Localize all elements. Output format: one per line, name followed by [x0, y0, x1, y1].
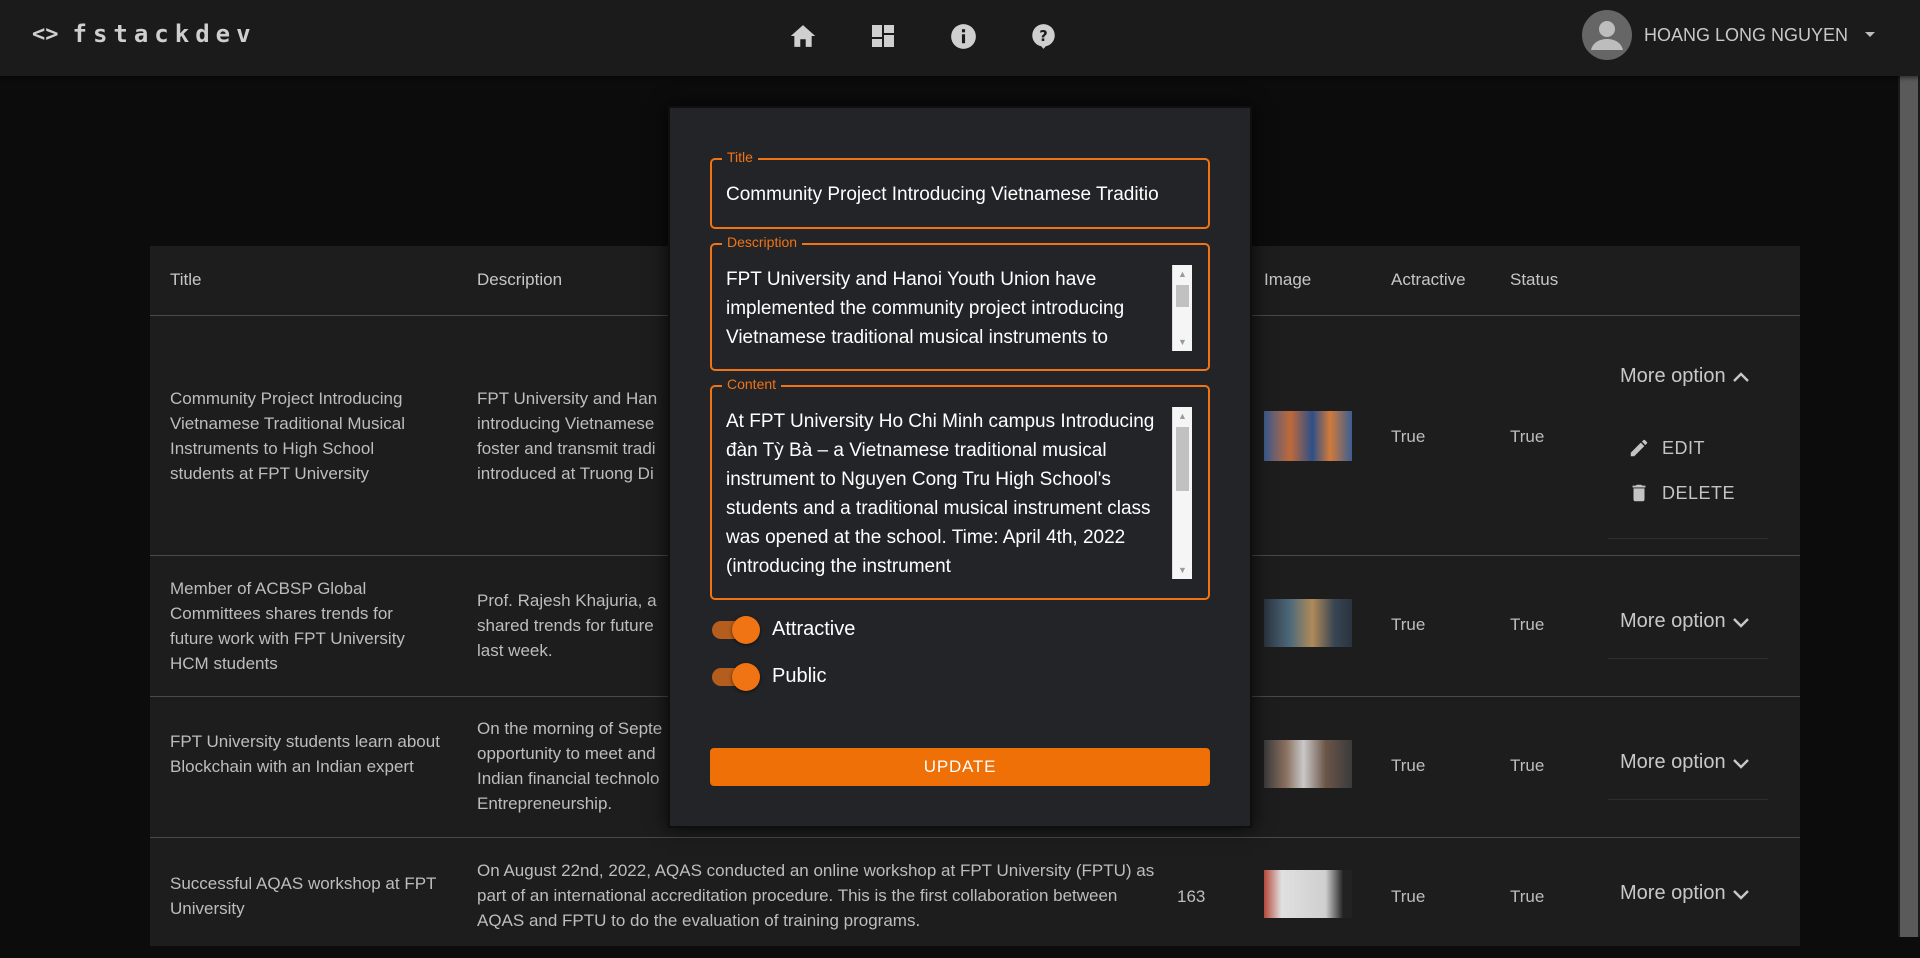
chevron-down-icon [1732, 758, 1749, 769]
more-option-button[interactable]: More option [1620, 882, 1750, 905]
row-attractive: True [1391, 756, 1426, 775]
row-views: 163 [1177, 887, 1206, 906]
more-option-label: More option [1620, 610, 1726, 632]
row-title: Community Project Introducing Vietnamese… [170, 389, 405, 483]
help-icon[interactable]: ? [1027, 20, 1059, 52]
description-textarea[interactable]: FPT University and Hanoi Youth Union hav… [726, 265, 1176, 352]
header-image: Image [1264, 270, 1312, 289]
public-switch-track[interactable] [712, 662, 760, 691]
header-attractive: Actractive [1391, 270, 1466, 289]
scroll-up-icon[interactable]: ▲ [1173, 407, 1192, 425]
brand-logo[interactable]: <> fstackdev [32, 20, 257, 48]
content-scrollbar[interactable]: ▲ ▼ [1172, 407, 1192, 579]
title-field-label: Title [722, 149, 758, 165]
header-description: Description [477, 270, 563, 289]
header-status: Status [1510, 270, 1559, 289]
page-scrollbar-thumb[interactable] [1900, 76, 1918, 937]
code-icon: <> [32, 21, 59, 47]
more-option-button[interactable]: More option [1620, 751, 1750, 774]
more-option-label: More option [1620, 365, 1726, 387]
menu-divider [1608, 799, 1768, 800]
scrollbar-thumb[interactable] [1176, 427, 1189, 491]
attractive-switch[interactable]: Attractive [712, 615, 856, 644]
title-field[interactable]: Title Community Project Introducing Viet… [710, 149, 1210, 229]
row-title: Member of ACBSP Global Committees shares… [170, 579, 405, 673]
row-attractive: True [1391, 427, 1426, 446]
scroll-down-icon[interactable]: ▼ [1173, 561, 1192, 579]
row-image [1264, 599, 1352, 647]
content-field-label: Content [722, 376, 782, 392]
menu-divider [1608, 538, 1768, 539]
info-icon[interactable] [947, 20, 979, 52]
public-label: Public [772, 665, 827, 687]
content-textarea[interactable]: At FPT University Ho Chi Minh campus Int… [726, 407, 1176, 581]
scroll-down-icon[interactable]: ▼ [1173, 333, 1192, 351]
pencil-icon [1630, 439, 1648, 457]
edit-button[interactable]: EDIT [1628, 437, 1705, 459]
row-description: On August 22nd, 2022, AQAS conducted an … [477, 861, 1155, 930]
top-nav: ? [787, 20, 1059, 52]
more-option-button[interactable]: More option [1620, 365, 1750, 388]
description-scrollbar[interactable]: ▲ ▼ [1172, 265, 1192, 351]
delete-button[interactable]: DELETE [1628, 482, 1735, 504]
row-description: On the morning of Septe opportunity to m… [477, 719, 663, 813]
row-attractive: True [1391, 615, 1426, 634]
attractive-switch-knob[interactable] [732, 615, 760, 644]
row-title: FPT University students learn about Bloc… [170, 732, 440, 776]
menu-divider [1608, 658, 1768, 659]
avatar [1582, 10, 1632, 60]
content-field[interactable]: Content At FPT University Ho Chi Minh ca… [710, 376, 1210, 600]
row-status: True [1510, 615, 1545, 634]
chevron-down-icon [1732, 889, 1749, 900]
row-attractive: True [1391, 887, 1426, 906]
app-bar: <> fstackdev ? HOANG LONG NGUYEN [0, 0, 1920, 76]
row-description: FPT University and Han introducing Vietn… [477, 389, 658, 483]
description-field[interactable]: Description FPT University and Hanoi You… [710, 234, 1210, 371]
edit-news-dialog: Title Community Project Introducing Viet… [668, 106, 1252, 828]
dashboard-icon[interactable] [867, 20, 899, 52]
row-title: Successful AQAS workshop at FPT Universi… [170, 874, 437, 918]
svg-text:?: ? [1039, 28, 1047, 45]
delete-label: DELETE [1662, 482, 1736, 503]
scroll-up-icon[interactable]: ▲ [1173, 265, 1192, 283]
chevron-up-icon [1732, 371, 1749, 382]
row-image [1264, 411, 1352, 461]
home-icon[interactable] [787, 20, 819, 52]
table-row[interactable]: Successful AQAS workshop at FPT Universi… [150, 838, 1800, 958]
attractive-label: Attractive [772, 618, 856, 640]
row-status: True [1510, 756, 1545, 775]
row-image [1264, 870, 1352, 918]
edit-label: EDIT [1662, 437, 1706, 458]
row-status: True [1510, 887, 1545, 906]
row-image [1264, 740, 1352, 788]
title-input[interactable]: Community Project Introducing Vietnamese… [726, 180, 1196, 209]
update-button[interactable]: UPDATE [710, 748, 1210, 786]
trash-icon [1632, 484, 1646, 502]
brand-name: fstackdev [72, 20, 257, 48]
public-switch[interactable]: Public [712, 662, 827, 691]
scrollbar-thumb[interactable] [1176, 285, 1189, 307]
header-title: Title [170, 270, 202, 289]
description-field-label: Description [722, 234, 803, 250]
chevron-down-icon [1732, 617, 1749, 628]
user-name: HOANG LONG NGUYEN [1644, 24, 1849, 45]
row-status: True [1510, 427, 1545, 446]
row-description: Prof. Rajesh Khajuria, a shared trends f… [477, 591, 657, 660]
more-option-label: More option [1620, 751, 1726, 773]
user-menu[interactable]: HOANG LONG NGUYEN [1582, 10, 1876, 60]
public-switch-knob[interactable] [732, 662, 760, 691]
caret-down-icon [1864, 26, 1876, 44]
more-option-label: More option [1620, 882, 1726, 904]
more-option-button[interactable]: More option [1620, 610, 1750, 633]
attractive-switch-track[interactable] [712, 615, 760, 644]
